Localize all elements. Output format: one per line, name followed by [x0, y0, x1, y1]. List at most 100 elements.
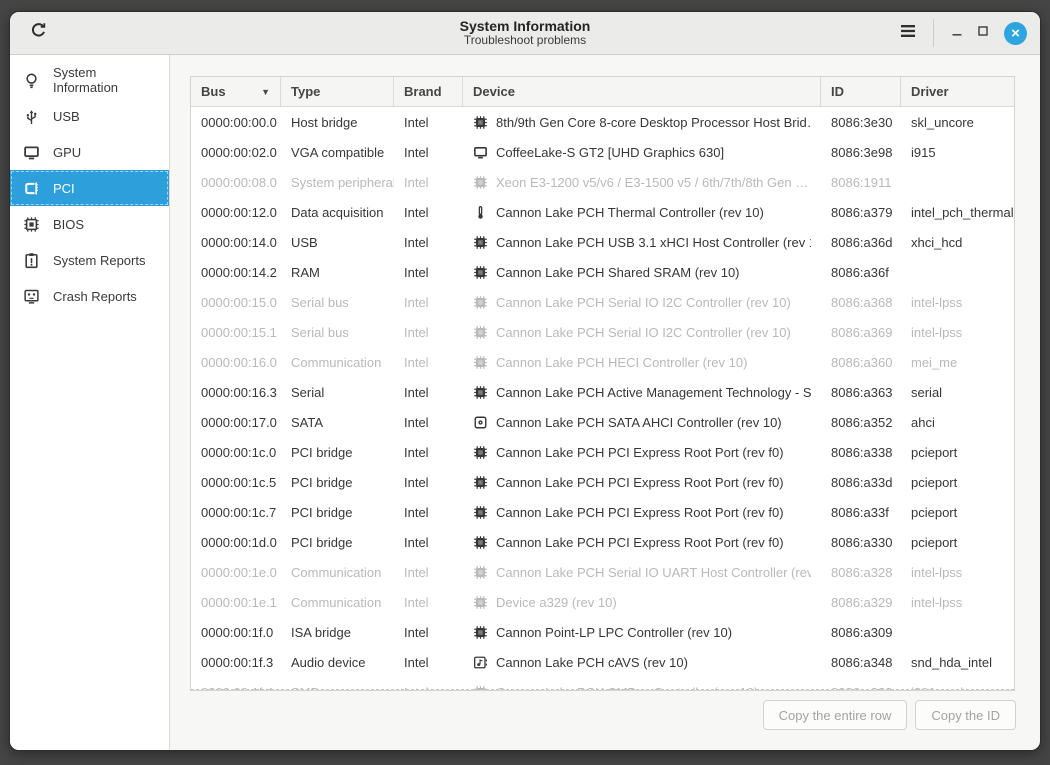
- minimize-icon: [951, 24, 963, 42]
- cell-driver: pcieport: [901, 445, 1014, 460]
- cell-driver: ahci: [901, 415, 1014, 430]
- refresh-button[interactable]: [25, 20, 51, 46]
- table-row[interactable]: 0000:00:1f.0ISA bridgeIntelCannon Point-…: [191, 617, 1014, 647]
- cell-bus: 0000:00:12.0: [191, 205, 281, 220]
- column-header-label: Brand: [404, 84, 442, 99]
- cell-brand: Intel: [394, 235, 463, 250]
- table-row[interactable]: 0000:00:14.2RAMIntelCannon Lake PCH Shar…: [191, 257, 1014, 287]
- sidebar-item-crash-reports[interactable]: Crash Reports: [10, 278, 169, 314]
- cell-type: Data acquisition: [281, 205, 394, 220]
- maximize-button[interactable]: [970, 20, 996, 46]
- cell-id: 8086:a323: [821, 685, 901, 692]
- cell-bus: 0000:00:1c.5: [191, 475, 281, 490]
- table-row[interactable]: 0000:00:14.0USBIntelCannon Lake PCH USB …: [191, 227, 1014, 257]
- cell-driver: snd_hda_intel: [901, 655, 1014, 670]
- cell-type: PCI bridge: [281, 535, 394, 550]
- column-header-bus[interactable]: Bus▼: [191, 77, 281, 106]
- chip-icon: [473, 505, 488, 520]
- copy-row-button[interactable]: Copy the entire row: [763, 700, 908, 730]
- table-row[interactable]: 0000:00:1c.7PCI bridgeIntelCannon Lake P…: [191, 497, 1014, 527]
- sidebar-item-gpu[interactable]: GPU: [10, 134, 169, 170]
- cell-bus: 0000:00:14.0: [191, 235, 281, 250]
- table-row[interactable]: 0000:00:15.1Serial busIntelCannon Lake P…: [191, 317, 1014, 347]
- cell-device: Cannon Lake PCH PCI Express Root Port (r…: [463, 445, 821, 460]
- crash-icon: [23, 288, 40, 305]
- table-row[interactable]: 0000:00:15.0Serial busIntelCannon Lake P…: [191, 287, 1014, 317]
- bios-icon: [23, 216, 40, 233]
- sidebar-item-pci[interactable]: PCI: [10, 170, 169, 206]
- device-name: Cannon Lake PCH Serial IO I2C Controller…: [496, 325, 791, 340]
- cell-type: Audio device: [281, 655, 394, 670]
- cell-brand: Intel: [394, 415, 463, 430]
- cell-brand: Intel: [394, 325, 463, 340]
- cell-driver: skl_uncore: [901, 115, 1014, 130]
- table-row[interactable]: 0000:00:16.3SerialIntelCannon Lake PCH A…: [191, 377, 1014, 407]
- sidebar-item-usb[interactable]: USB: [10, 98, 169, 134]
- cell-device: Cannon Lake PCH cAVS (rev 10): [463, 655, 821, 670]
- cell-brand: Intel: [394, 505, 463, 520]
- scroll-undershoot-indicator: [191, 689, 1014, 690]
- sidebar-item-label: System Reports: [53, 253, 145, 268]
- cell-type: PCI bridge: [281, 475, 394, 490]
- chip-icon: [473, 265, 488, 280]
- thermometer-icon: [473, 205, 488, 220]
- table-row[interactable]: 0000:00:16.0CommunicationIntelCannon Lak…: [191, 347, 1014, 377]
- column-header-type[interactable]: Type: [281, 77, 394, 106]
- cell-bus: 0000:00:00.0: [191, 115, 281, 130]
- table-row[interactable]: 0000:00:1c.5PCI bridgeIntelCannon Lake P…: [191, 467, 1014, 497]
- cell-driver: pcieport: [901, 475, 1014, 490]
- table-row[interactable]: 0000:00:1f.3Audio deviceIntelCannon Lake…: [191, 647, 1014, 677]
- sidebar-item-system-information[interactable]: System Information: [10, 62, 169, 98]
- table-row[interactable]: 0000:00:17.0SATAIntelCannon Lake PCH SAT…: [191, 407, 1014, 437]
- sidebar-item-bios[interactable]: BIOS: [10, 206, 169, 242]
- bulb-icon: [23, 72, 40, 89]
- table-row[interactable]: 0000:00:1e.0CommunicationIntelCannon Lak…: [191, 557, 1014, 587]
- sidebar-item-label: System Information: [53, 65, 156, 95]
- cell-type: USB: [281, 235, 394, 250]
- cell-type: SATA: [281, 415, 394, 430]
- table-row[interactable]: 0000:00:08.0System peripheralIntelXeon E…: [191, 167, 1014, 197]
- monitor-icon: [473, 145, 488, 160]
- cell-id: 8086:a309: [821, 625, 901, 640]
- column-header-driver[interactable]: Driver: [901, 77, 1014, 106]
- cell-brand: Intel: [394, 205, 463, 220]
- sidebar-item-system-reports[interactable]: System Reports: [10, 242, 169, 278]
- chip-icon: [473, 175, 488, 190]
- device-name: Cannon Lake PCH PCI Express Root Port (r…: [496, 505, 784, 520]
- column-header-device[interactable]: Device: [463, 77, 821, 106]
- cell-id: 8086:1911: [821, 175, 901, 190]
- cell-bus: 0000:00:1d.0: [191, 535, 281, 550]
- table-row[interactable]: 0000:00:1e.1CommunicationIntelDevice a32…: [191, 587, 1014, 617]
- device-name: Cannon Lake PCH Active Management Techno…: [496, 385, 811, 400]
- chip-icon: [473, 295, 488, 310]
- cell-type: Communication: [281, 595, 394, 610]
- cell-brand: Intel: [394, 475, 463, 490]
- menu-button[interactable]: [895, 20, 921, 46]
- cell-type: Communication: [281, 565, 394, 580]
- chip-icon: [473, 385, 488, 400]
- table-row[interactable]: 0000:00:00.0Host bridgeIntel8th/9th Gen …: [191, 107, 1014, 137]
- column-header-id[interactable]: ID: [821, 77, 901, 106]
- table-row[interactable]: 0000:00:02.0VGA compatibleIntelCoffeeLak…: [191, 137, 1014, 167]
- copy-id-button[interactable]: Copy the ID: [915, 700, 1016, 730]
- titlebar-separator: [933, 19, 934, 47]
- page-subtitle: Troubleshoot problems: [460, 34, 591, 48]
- window-controls: ×: [895, 19, 1040, 47]
- column-header-brand[interactable]: Brand: [394, 77, 463, 106]
- chip-icon: [473, 625, 488, 640]
- minimize-button[interactable]: [944, 20, 970, 46]
- column-header-label: Device: [473, 84, 515, 99]
- close-button[interactable]: ×: [1004, 22, 1027, 45]
- cell-id: 8086:a352: [821, 415, 901, 430]
- cell-bus: 0000:00:17.0: [191, 415, 281, 430]
- titlebar: System Information Troubleshoot problems: [10, 12, 1040, 55]
- table-row[interactable]: 0000:00:1c.0PCI bridgeIntelCannon Lake P…: [191, 437, 1014, 467]
- cell-brand: Intel: [394, 685, 463, 692]
- table-body: 0000:00:00.0Host bridgeIntel8th/9th Gen …: [191, 107, 1014, 691]
- table-row[interactable]: 0000:00:1d.0PCI bridgeIntelCannon Lake P…: [191, 527, 1014, 557]
- chip-icon: [473, 685, 488, 692]
- cell-device: CoffeeLake-S GT2 [UHD Graphics 630]: [463, 145, 821, 160]
- cell-bus: 0000:00:1e.0: [191, 565, 281, 580]
- table-row[interactable]: 0000:00:12.0Data acquisitionIntelCannon …: [191, 197, 1014, 227]
- cell-driver: pcieport: [901, 505, 1014, 520]
